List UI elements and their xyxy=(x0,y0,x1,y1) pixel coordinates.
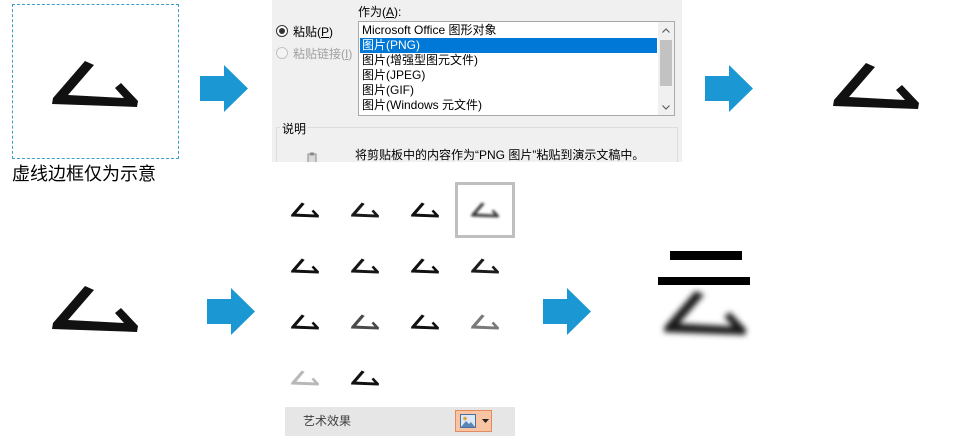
paste-as-option[interactable]: 图片(Windows 元文件) xyxy=(360,98,657,113)
effect-preview-glyph xyxy=(471,258,499,274)
paste-as-option[interactable]: 图片(GIF) xyxy=(360,83,657,98)
art-effect-thumbnail[interactable] xyxy=(335,238,395,294)
arrow-right-icon xyxy=(207,288,255,335)
art-effect-thumbnail[interactable] xyxy=(395,294,455,350)
effect-preview-glyph xyxy=(351,258,379,274)
png-glyph-before-effect xyxy=(52,286,138,332)
paste-special-dialog: 粘贴(P) 粘贴链接(I) 作为(A): Microsoft Office 图形… xyxy=(272,0,682,162)
chevron-up-icon xyxy=(662,27,670,33)
description-text: 将剪贴板中的内容作为“PNG 图片”粘贴到演示文稿中。 xyxy=(355,148,645,162)
middle-stroke-bar xyxy=(658,277,750,285)
effect-preview-glyph xyxy=(411,314,439,330)
description-label: 说明 xyxy=(280,120,309,137)
dashed-frame-caption: 虚线边框仅为示意 xyxy=(12,164,156,185)
artistic-effects-dropdown-button[interactable] xyxy=(455,410,492,432)
art-effect-thumbnail[interactable] xyxy=(335,182,395,238)
art-effect-thumbnail[interactable] xyxy=(455,182,515,238)
paste-as-listbox[interactable]: Microsoft Office 图形对象 图片(PNG) 图片(增强型图元文件… xyxy=(358,21,675,116)
mnemonic-letter: P xyxy=(321,24,330,39)
paste-radio-label: 粘贴(P) xyxy=(293,24,334,39)
pasted-png-glyph xyxy=(833,63,919,109)
listbox-scrollbar[interactable] xyxy=(658,22,674,115)
art-effect-thumbnail[interactable] xyxy=(395,182,455,238)
blurred-glyph-shape xyxy=(663,290,747,336)
art-effect-thumbnail[interactable] xyxy=(455,238,515,294)
effect-preview-glyph xyxy=(291,314,319,330)
art-effect-thumbnail[interactable] xyxy=(275,238,335,294)
artistic-effects-gallery: 艺术效果 xyxy=(275,180,515,436)
paste-as-option[interactable]: 图片(PNG) xyxy=(360,38,657,53)
chevron-down-icon xyxy=(662,104,670,110)
paste-link-radio-button[interactable] xyxy=(276,47,288,59)
effect-preview-glyph xyxy=(291,258,319,274)
art-effect-thumbnail[interactable] xyxy=(335,350,395,406)
paste-as-option[interactable]: 图片(JPEG) xyxy=(360,68,657,83)
artistic-effects-bar: 艺术效果 xyxy=(285,407,515,436)
paste-radio-button[interactable] xyxy=(276,25,288,37)
clipboard-icon xyxy=(307,152,317,162)
mnemonic-letter: I xyxy=(345,46,349,61)
art-effect-thumbnail[interactable] xyxy=(455,294,515,350)
effect-preview-glyph xyxy=(351,314,379,330)
caret-down-icon xyxy=(482,419,489,423)
paste-as-option[interactable]: 图片(增强型图元文件) xyxy=(360,53,657,68)
paste-as-label: 作为(A): xyxy=(358,5,402,19)
top-stroke-bar xyxy=(670,251,742,260)
effect-preview-glyph xyxy=(471,202,499,218)
art-effect-thumbnail[interactable] xyxy=(275,350,335,406)
effect-preview-glyph xyxy=(291,202,319,218)
paste-as-option[interactable]: Microsoft Office 图形对象 xyxy=(360,23,657,38)
paste-link-radio-label: 粘贴链接(I) xyxy=(293,46,353,61)
effect-preview-glyph xyxy=(351,370,379,386)
scroll-up-button[interactable] xyxy=(658,22,674,38)
arrow-right-icon xyxy=(200,65,248,112)
picture-icon xyxy=(460,414,476,428)
mnemonic-letter: A xyxy=(386,5,395,19)
dashed-source-frame xyxy=(12,4,179,159)
effect-preview-glyph xyxy=(411,258,439,274)
scroll-down-button[interactable] xyxy=(658,99,674,115)
artistic-effects-label: 艺术效果 xyxy=(303,414,352,428)
arrow-right-icon xyxy=(705,65,753,112)
art-effect-thumbnail[interactable] xyxy=(275,294,335,350)
effect-preview-glyph xyxy=(411,202,439,218)
source-glyph-shape xyxy=(52,61,138,107)
arrow-right-icon xyxy=(543,288,591,335)
effect-preview-glyph xyxy=(471,314,499,330)
effect-preview-glyph xyxy=(351,202,379,218)
art-effect-thumbnail[interactable] xyxy=(275,182,335,238)
effect-thumbnail-grid xyxy=(275,182,515,406)
art-effect-thumbnail[interactable] xyxy=(335,294,395,350)
paste-radio-option[interactable]: 粘贴(P) xyxy=(276,23,333,39)
composed-cloud-character xyxy=(656,248,754,340)
effect-preview-glyph xyxy=(291,370,319,386)
paste-link-radio-option[interactable]: 粘贴链接(I) xyxy=(276,45,352,61)
scroll-thumb[interactable] xyxy=(660,40,672,86)
art-effect-thumbnail[interactable] xyxy=(395,238,455,294)
